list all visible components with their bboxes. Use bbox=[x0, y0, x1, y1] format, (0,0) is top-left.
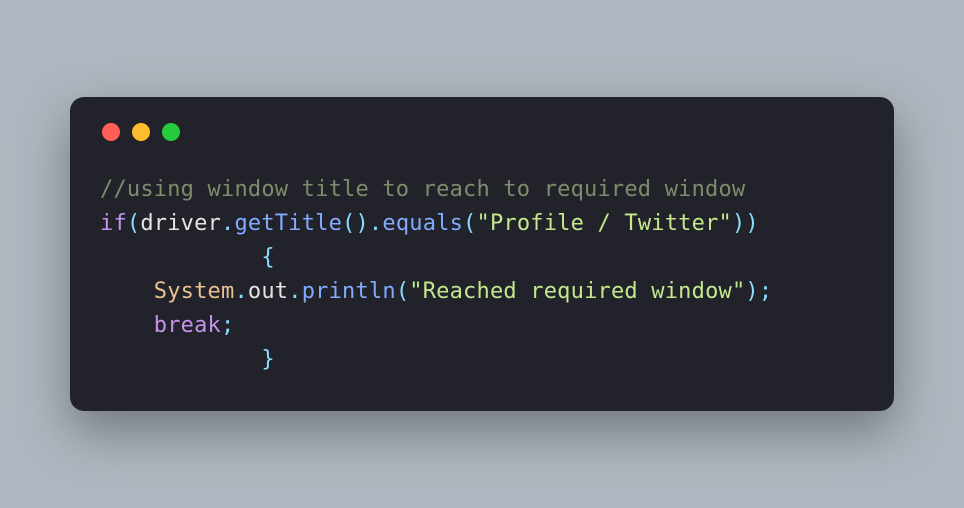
minimize-icon[interactable] bbox=[132, 123, 150, 141]
code-comment: //using window title to reach to require… bbox=[100, 177, 745, 202]
code-punct: ; bbox=[221, 313, 234, 338]
code-call-println: println bbox=[302, 279, 396, 304]
code-indent bbox=[100, 279, 154, 304]
code-call-getTitle: getTitle bbox=[234, 211, 342, 236]
maximize-icon[interactable] bbox=[162, 123, 180, 141]
code-window: //using window title to reach to require… bbox=[70, 97, 894, 412]
code-punct: . bbox=[221, 211, 234, 236]
code-block: //using window title to reach to require… bbox=[100, 173, 864, 378]
code-punct: . bbox=[369, 211, 382, 236]
code-punct: ( bbox=[127, 211, 140, 236]
code-string: "Reached required window" bbox=[409, 279, 745, 304]
code-call-equals: equals bbox=[382, 211, 463, 236]
code-punct: )) bbox=[732, 211, 759, 236]
code-ident-driver: driver bbox=[140, 211, 221, 236]
code-punct: . bbox=[234, 279, 247, 304]
code-punct: ( bbox=[396, 279, 409, 304]
code-punct: () bbox=[342, 211, 369, 236]
code-keyword-if: if bbox=[100, 211, 127, 236]
code-punct: ( bbox=[463, 211, 476, 236]
code-string: "Profile / Twitter" bbox=[477, 211, 732, 236]
code-punct: ; bbox=[759, 279, 772, 304]
code-punct: ) bbox=[745, 279, 758, 304]
window-titlebar bbox=[100, 123, 864, 141]
code-brace-open: { bbox=[100, 245, 275, 270]
close-icon[interactable] bbox=[102, 123, 120, 141]
code-punct: . bbox=[288, 279, 301, 304]
code-indent bbox=[100, 313, 154, 338]
code-class-System: System bbox=[154, 279, 235, 304]
code-brace-close: } bbox=[100, 347, 275, 372]
code-keyword-break: break bbox=[154, 313, 221, 338]
code-ident-out: out bbox=[248, 279, 288, 304]
